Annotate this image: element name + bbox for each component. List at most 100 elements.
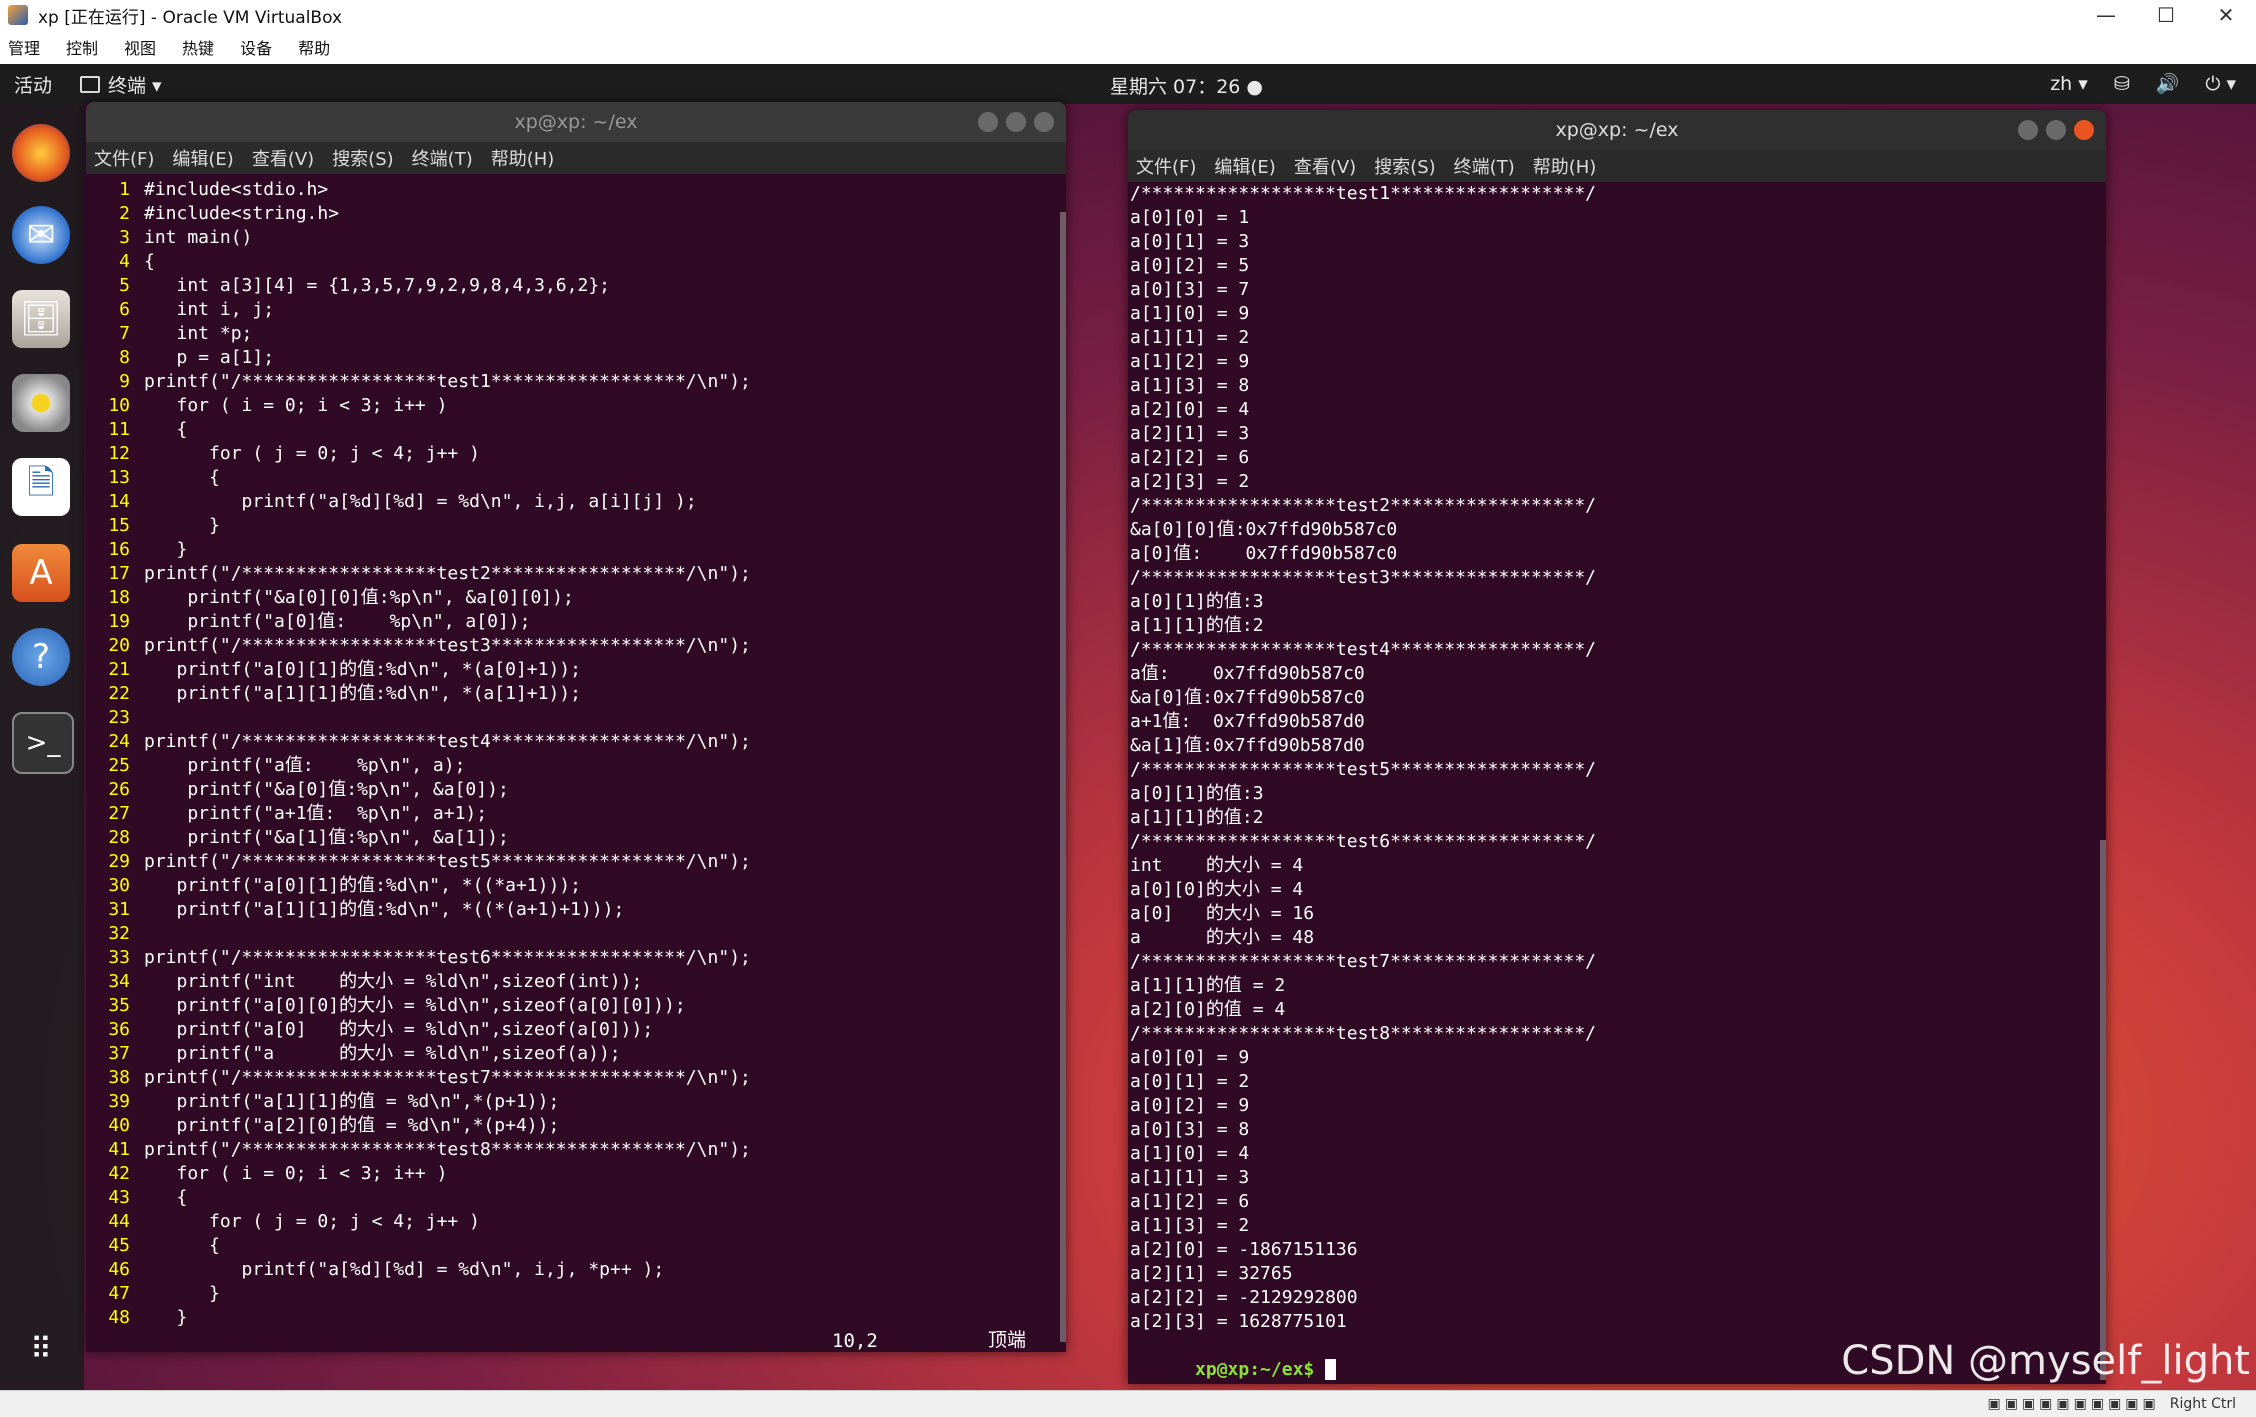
line-text: printf("a值: %p\n", a);	[144, 755, 466, 776]
output-line: a[2][0] = -1867151136	[1130, 1239, 1358, 1260]
output-menu-file[interactable]: 文件(F)	[1136, 153, 1196, 179]
line-number: 1	[119, 179, 130, 200]
editor-line: 7 int *p;	[90, 322, 1066, 346]
terminal-icon[interactable]: >_	[12, 712, 74, 774]
editor-line: 17 printf("/******************test2******…	[90, 562, 1066, 586]
editor-scrollbar[interactable]	[1060, 212, 1066, 1342]
output-line: a[0][0]的大小 = 4	[1130, 879, 1304, 900]
host-statusbar: ▣▣▣▣▣▣▣▣▣▣ Right Ctrl	[0, 1390, 2256, 1417]
editor-line: 12 for ( j = 0; j < 4; j++ )	[90, 442, 1066, 466]
line-number: 6	[119, 299, 130, 320]
editor-line: 16 }	[90, 538, 1066, 562]
output-menu-view[interactable]: 查看(V)	[1294, 153, 1356, 179]
editor-minimize-button[interactable]	[978, 112, 998, 132]
editor-line: 1 #include<stdio.h>	[90, 178, 1066, 202]
close-button[interactable]: ✕	[2196, 3, 2256, 27]
host-menu-manage[interactable]: 管理	[8, 35, 40, 59]
show-applications-icon[interactable]: ⠿	[12, 1320, 70, 1378]
output-menu-help[interactable]: 帮助(H)	[1533, 153, 1597, 179]
power-icon[interactable]: ⏻ ▾	[2205, 73, 2236, 95]
line-text: printf("a[0] 的大小 = %ld\n",sizeof(a[0]));	[144, 1019, 654, 1040]
output-maximize-button[interactable]	[2046, 120, 2066, 140]
host-menu-devices[interactable]: 设备	[240, 35, 272, 59]
volume-icon[interactable]: 🔊	[2156, 72, 2180, 95]
editor-terminal-window[interactable]: xp@xp: ~/ex 文件(F) 编辑(E) 查看(V) 搜索(S) 终端(T…	[86, 102, 1066, 1352]
language-indicator[interactable]: zh ▾	[2050, 73, 2088, 95]
editor-menu-edit[interactable]: 编辑(E)	[172, 145, 233, 171]
output-close-button[interactable]	[2074, 120, 2094, 140]
editor-menu-help[interactable]: 帮助(H)	[491, 145, 555, 171]
line-number: 20	[108, 635, 130, 656]
activities-button[interactable]: 活动	[14, 71, 52, 98]
host-menu-hotkey[interactable]: 热键	[182, 35, 214, 59]
thunderbird-icon[interactable]: ✉	[12, 206, 70, 264]
line-text: }	[144, 515, 220, 536]
output-menu-terminal[interactable]: 终端(T)	[1454, 153, 1515, 179]
editor-code-area[interactable]: 1 #include<stdio.h> 2 #include<string.h> 3 in…	[86, 174, 1066, 1330]
output-minimize-button[interactable]	[2018, 120, 2038, 140]
line-text: printf("a+1值: %p\n", a+1);	[144, 803, 488, 824]
terminal-app-menu[interactable]: 终端 ▾	[80, 71, 162, 98]
editor-line: 38 printf("/******************test7******…	[90, 1066, 1066, 1090]
minimize-button[interactable]: —	[2076, 3, 2136, 27]
host-status-icons: ▣▣▣▣▣▣▣▣▣▣	[1987, 1396, 2160, 1412]
output-line: /******************test2****************…	[1130, 495, 1596, 516]
output-menu-search[interactable]: 搜索(S)	[1374, 153, 1435, 179]
editor-line: 44 for ( j = 0; j < 4; j++ )	[90, 1210, 1066, 1234]
output-line: a[1][3] = 8	[1130, 375, 1250, 396]
line-text: printf("a[0][0]的大小 = %ld\n",sizeof(a[0][…	[144, 995, 686, 1016]
editor-menu-view[interactable]: 查看(V)	[252, 145, 314, 171]
software-center-icon[interactable]: A	[12, 544, 70, 602]
host-menu-control[interactable]: 控制	[66, 35, 98, 59]
line-text: #include<string.h>	[144, 203, 340, 224]
editor-title: xp@xp: ~/ex	[514, 111, 638, 133]
editor-menu-file[interactable]: 文件(F)	[94, 145, 154, 171]
line-number: 25	[108, 755, 130, 776]
maximize-button[interactable]: ☐	[2136, 3, 2196, 27]
output-line: a[1][3] = 2	[1130, 1215, 1250, 1236]
editor-line: 37 printf("a 的大小 = %ld\n",sizeof(a));	[90, 1042, 1066, 1066]
line-number: 37	[108, 1043, 130, 1064]
editor-line: 21 printf("a[0][1]的值:%d\n", *(a[0]+1));	[90, 658, 1066, 682]
help-icon[interactable]: ?	[12, 628, 70, 686]
editor-menu-search[interactable]: 搜索(S)	[332, 145, 393, 171]
network-icon[interactable]: ⛁	[2114, 73, 2130, 95]
files-icon[interactable]: 🗄	[12, 290, 70, 348]
editor-line: 6 int i, j;	[90, 298, 1066, 322]
output-line: a值: 0x7ffd90b587c0	[1130, 663, 1365, 684]
output-line: /******************test5****************…	[1130, 759, 1596, 780]
output-text-area[interactable]: /******************test1****************…	[1128, 182, 2106, 1334]
line-number: 23	[108, 707, 130, 728]
editor-line: 20 printf("/******************test3******…	[90, 634, 1066, 658]
line-number: 5	[119, 275, 130, 296]
rhythmbox-icon[interactable]	[12, 374, 70, 432]
line-number: 41	[108, 1139, 130, 1160]
editor-close-button[interactable]	[1034, 112, 1054, 132]
editor-maximize-button[interactable]	[1006, 112, 1026, 132]
host-menu-help[interactable]: 帮助	[298, 35, 330, 59]
output-line: a[0][0] = 1	[1130, 207, 1250, 228]
output-titlebar[interactable]: xp@xp: ~/ex	[1128, 110, 2106, 150]
output-line: &a[0][0]值:0x7ffd90b587c0	[1130, 519, 1398, 540]
clock[interactable]: 星期六 07：26 ●	[1110, 72, 1263, 99]
line-number: 9	[119, 371, 130, 392]
host-titlebar: xp [正在运行] - Oracle VM VirtualBox — ☐ ✕	[0, 0, 2256, 30]
line-number: 12	[108, 443, 130, 464]
firefox-icon[interactable]	[12, 124, 70, 182]
output-terminal-window[interactable]: xp@xp: ~/ex 文件(F) 编辑(E) 查看(V) 搜索(S) 终端(T…	[1128, 110, 2106, 1384]
output-line: a[1][1] = 3	[1130, 1167, 1250, 1188]
output-menu-edit[interactable]: 编辑(E)	[1214, 153, 1275, 179]
output-line: a[0][2] = 5	[1130, 255, 1250, 276]
editor-titlebar[interactable]: xp@xp: ~/ex	[86, 102, 1066, 142]
virtualbox-icon	[8, 5, 28, 25]
host-menu-view[interactable]: 视图	[124, 35, 156, 59]
libreoffice-writer-icon[interactable]: 🗎	[12, 458, 70, 516]
output-scrollbar[interactable]	[2100, 840, 2106, 1380]
editor-line: 47 }	[90, 1282, 1066, 1306]
line-number: 31	[108, 899, 130, 920]
editor-line: 33 printf("/******************test6******…	[90, 946, 1066, 970]
line-text: printf("&a[1]值:%p\n", &a[1]);	[144, 827, 509, 848]
line-number: 3	[119, 227, 130, 248]
editor-menu-terminal[interactable]: 终端(T)	[412, 145, 473, 171]
line-text: for ( j = 0; j < 4; j++ )	[144, 1211, 480, 1232]
